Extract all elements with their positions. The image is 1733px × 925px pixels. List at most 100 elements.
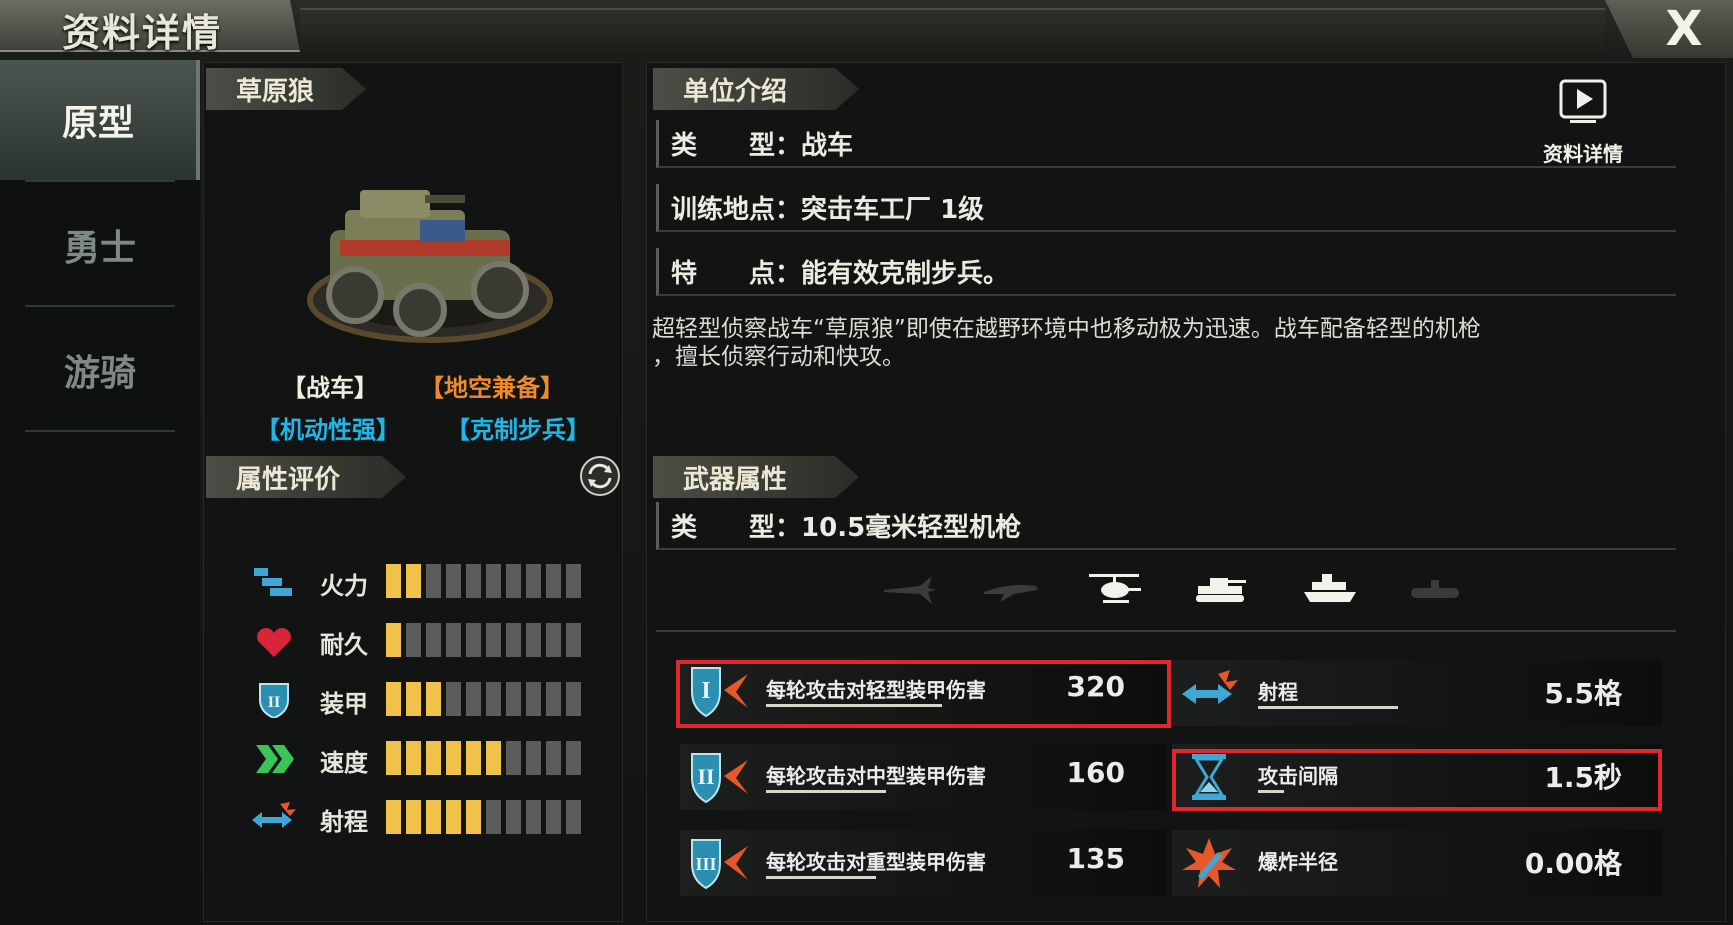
level-bar bbox=[406, 800, 421, 834]
medium-armor-icon: II bbox=[691, 753, 748, 804]
level-bar bbox=[506, 564, 521, 598]
range-arrow-icon bbox=[252, 802, 296, 828]
level-bar bbox=[386, 623, 401, 657]
top-bar bbox=[300, 8, 1605, 54]
unit-name: 草原狼 bbox=[236, 76, 315, 107]
row-value: 突击车工厂 1级 bbox=[801, 194, 985, 225]
attributes-heading: 属性评价 bbox=[236, 464, 341, 495]
level-bar bbox=[406, 623, 421, 657]
level-bar bbox=[566, 741, 581, 775]
level-bar bbox=[486, 682, 501, 716]
attribute-row: 速度 bbox=[250, 739, 600, 779]
level-bar bbox=[526, 682, 541, 716]
level-bar bbox=[546, 682, 561, 716]
firepower-icon bbox=[254, 568, 292, 596]
underline bbox=[766, 790, 886, 793]
level-bar bbox=[386, 564, 401, 598]
level-bar bbox=[446, 800, 461, 834]
level-bar bbox=[386, 741, 401, 775]
level-bar bbox=[426, 741, 441, 775]
level-bar bbox=[426, 623, 441, 657]
tab-ranger[interactable]: 游骑 bbox=[0, 310, 200, 430]
unit-tag: 【克制步兵】 bbox=[446, 410, 590, 445]
attribute-level-bars bbox=[386, 682, 581, 716]
title-tab: 资料详情 bbox=[0, 0, 300, 52]
row-value: 能有效克制步兵。 bbox=[801, 258, 1010, 289]
sidebar: 原型 勇士 游骑 bbox=[0, 60, 200, 925]
level-bar bbox=[546, 564, 561, 598]
divider bbox=[656, 630, 1676, 632]
unit-vehicle-image bbox=[307, 190, 553, 343]
level-bar bbox=[506, 623, 521, 657]
tab-label: 勇士 bbox=[63, 228, 136, 269]
level-bar bbox=[566, 564, 581, 598]
level-bar bbox=[406, 682, 421, 716]
damage-value: 135 bbox=[1066, 842, 1125, 875]
level-bar bbox=[446, 623, 461, 657]
play-video-icon[interactable] bbox=[1558, 78, 1608, 126]
level-bar bbox=[506, 682, 521, 716]
level-bar bbox=[386, 682, 401, 716]
row-label: 类 型： bbox=[671, 512, 802, 543]
level-bar bbox=[526, 800, 541, 834]
level-bar bbox=[526, 741, 541, 775]
speed-chevron-icon bbox=[256, 745, 294, 773]
svg-text:II: II bbox=[697, 764, 714, 789]
unit-description: 超轻型侦察战车“草原狼”即使在越野环境中也移动极为迅速。战车配备轻型的机枪 ，擅… bbox=[652, 315, 1682, 371]
damage-value: 160 bbox=[1066, 756, 1125, 789]
nav-divider bbox=[25, 180, 175, 182]
highlight-box bbox=[1172, 749, 1662, 811]
damage-label: 每轮攻击对中型装甲伤害 bbox=[766, 764, 986, 788]
damage-label: 每轮攻击对重型装甲伤害 bbox=[766, 850, 986, 874]
fighter-jet-icon bbox=[884, 576, 936, 604]
close-icon[interactable]: X bbox=[1665, 5, 1702, 53]
range-arrow-icon bbox=[1182, 670, 1238, 704]
attribute-level-bars bbox=[386, 623, 581, 657]
level-bar bbox=[526, 623, 541, 657]
stat-value: 5.5格 bbox=[1544, 677, 1622, 710]
weapon-type-row: 类 型： 10.5毫米轻型机枪 bbox=[656, 502, 1676, 550]
attribute-row: 射程 bbox=[250, 798, 600, 838]
training-location-row: 训练地点： 突击车工厂 1级 bbox=[656, 184, 1676, 232]
level-bar bbox=[446, 564, 461, 598]
level-bar bbox=[426, 564, 441, 598]
attribute-level-bars bbox=[386, 800, 581, 834]
row-value: 战车 bbox=[801, 130, 854, 161]
unit-tag: 【机动性强】 bbox=[256, 410, 400, 445]
unit-name-header: 草原狼 bbox=[206, 68, 366, 110]
tab-warrior[interactable]: 勇士 bbox=[0, 185, 200, 305]
feature-row: 特 点： 能有效克制步兵。 bbox=[656, 248, 1676, 296]
tab-prototype[interactable]: 原型 bbox=[0, 60, 200, 180]
heavy-armor-icon: III bbox=[691, 839, 748, 890]
refresh-icon[interactable] bbox=[578, 454, 622, 498]
unit-tag: 【战车】 bbox=[282, 368, 378, 403]
level-bar bbox=[466, 741, 481, 775]
attribute-label: 射程 bbox=[320, 808, 368, 836]
attribute-label: 火力 bbox=[320, 572, 368, 600]
tab-label: 原型 bbox=[61, 103, 134, 144]
stat-label: 射程 bbox=[1258, 680, 1298, 704]
level-bar bbox=[446, 682, 461, 716]
attribute-level-bars bbox=[386, 741, 581, 775]
row-label: 训练地点： bbox=[671, 194, 802, 225]
attribute-label: 装甲 bbox=[320, 690, 368, 718]
attributes-header: 属性评价 bbox=[206, 456, 406, 498]
description-line: ，擅长侦察行动和快攻。 bbox=[652, 344, 905, 370]
level-bar bbox=[466, 623, 481, 657]
heart-icon bbox=[257, 628, 291, 657]
attribute-label: 耐久 bbox=[320, 631, 368, 659]
armor-shield-icon: II bbox=[259, 683, 289, 718]
submarine-icon bbox=[1411, 580, 1459, 598]
level-bar bbox=[566, 800, 581, 834]
tank-icon bbox=[1196, 578, 1246, 602]
blast-radius-stat: 爆炸半径 0.00格 bbox=[1172, 830, 1662, 896]
intro-heading: 单位介绍 bbox=[683, 76, 788, 107]
level-bar bbox=[546, 800, 561, 834]
attribute-level-bars bbox=[386, 564, 581, 598]
level-bar bbox=[566, 682, 581, 716]
level-bar bbox=[486, 741, 501, 775]
attribute-row: 耐久 bbox=[250, 621, 600, 661]
svg-text:III: III bbox=[695, 854, 716, 874]
level-bar bbox=[506, 800, 521, 834]
medium-armor-damage: II 每轮攻击对中型装甲伤害 160 bbox=[680, 744, 1165, 810]
